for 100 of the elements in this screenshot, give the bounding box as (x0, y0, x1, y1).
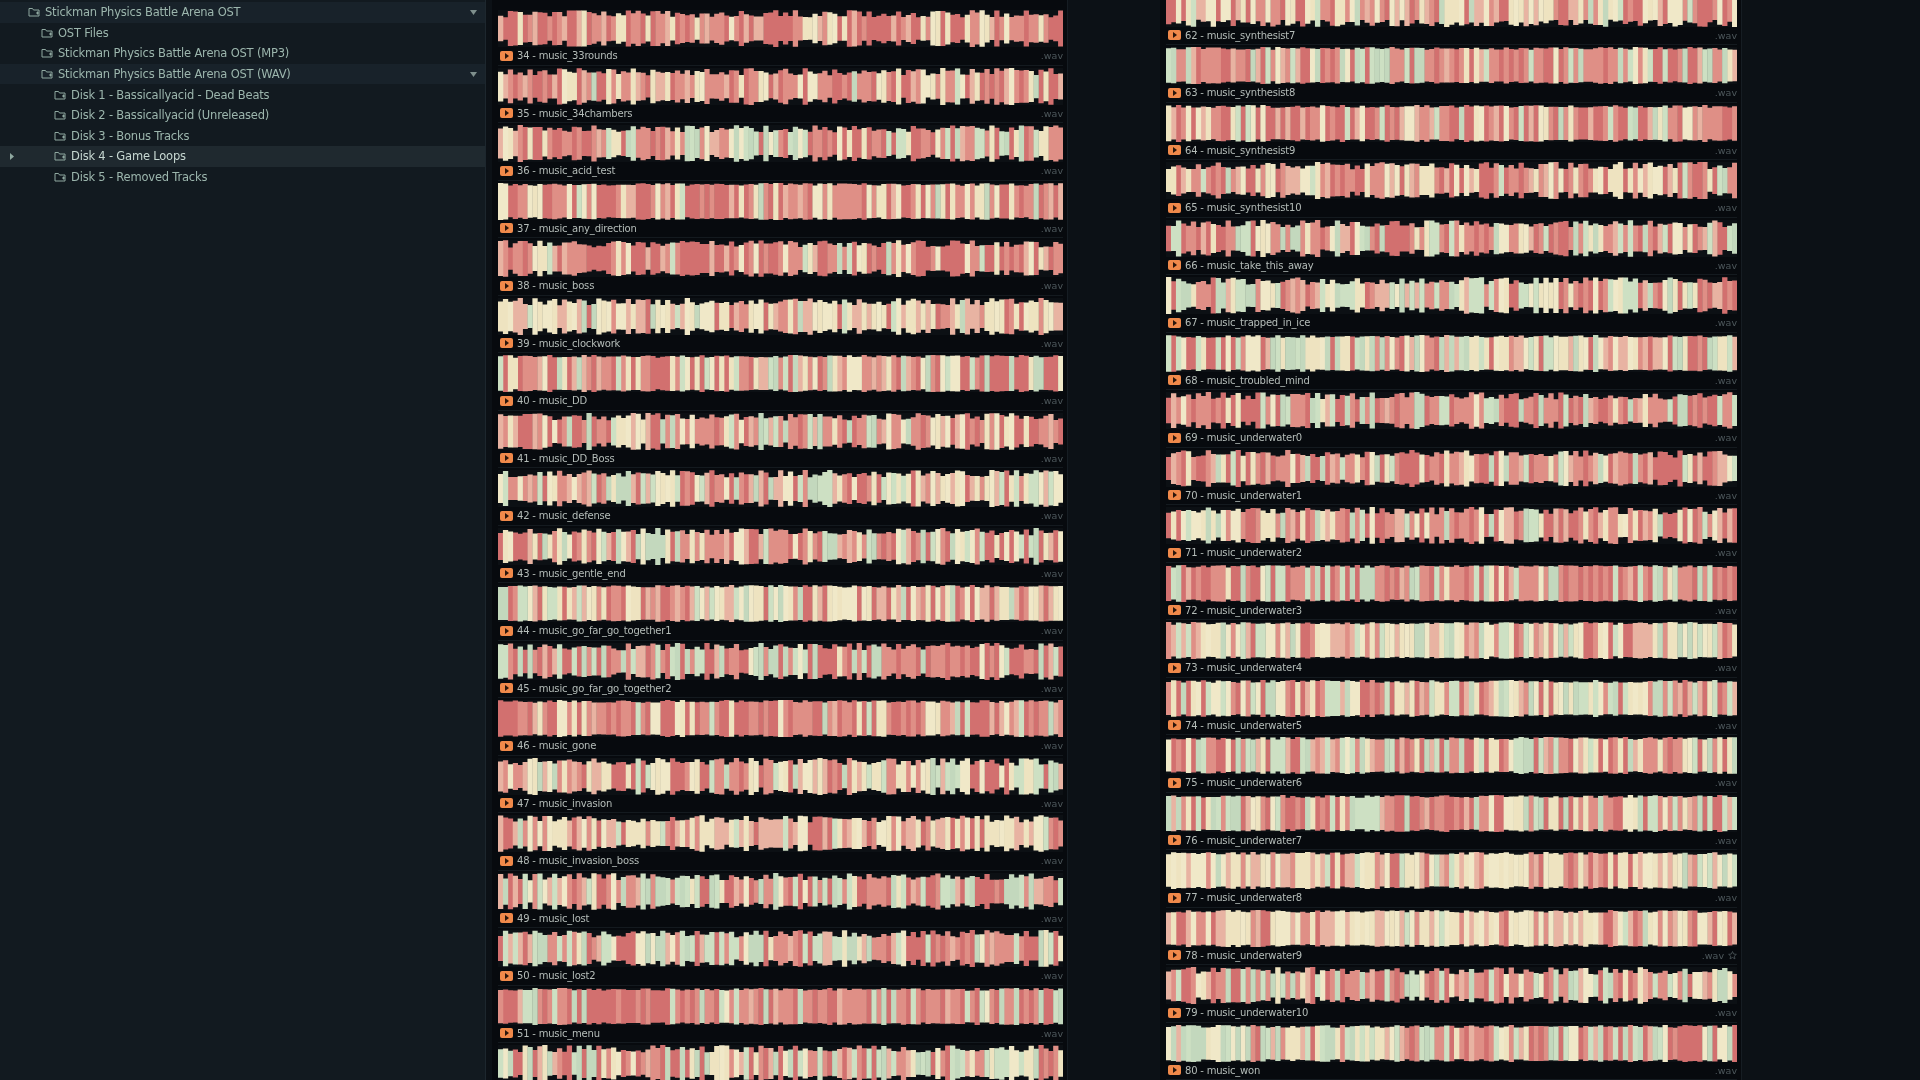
file-extension: .wav (1714, 29, 1737, 41)
play-icon (1172, 492, 1177, 498)
play-button[interactable] (500, 568, 513, 578)
play-icon (1172, 894, 1177, 901)
play-button[interactable] (500, 740, 513, 751)
play-button[interactable] (500, 453, 513, 463)
play-button[interactable] (1168, 892, 1181, 903)
play-button[interactable] (500, 913, 513, 923)
tree-item[interactable]: Disk 2 - Bassicallyacid (Unreleased) (0, 104, 485, 126)
track-name: 71 - music_underwater2 (1185, 547, 1303, 558)
play-button[interactable] (1168, 375, 1181, 385)
play-button[interactable] (500, 970, 513, 981)
track-name: 72 - music_underwater3 (1185, 604, 1303, 616)
file-extension: .wav (1040, 1027, 1063, 1039)
play-button[interactable] (500, 165, 513, 176)
track-name: 46 - music_gone (517, 740, 598, 751)
play-button[interactable] (1168, 950, 1181, 960)
tree-item[interactable]: Disk 1 - Bassicallyacid - Dead Beats (0, 84, 485, 105)
caret-icon[interactable] (470, 71, 477, 77)
play-button[interactable] (1168, 202, 1181, 213)
play-button[interactable] (1168, 317, 1181, 328)
play-button[interactable] (500, 395, 513, 406)
track-name: 37 - music_any_direction (517, 222, 638, 234)
play-button[interactable] (1168, 1065, 1181, 1075)
file-extension: .wav (1714, 144, 1737, 156)
play-icon (504, 340, 509, 346)
play-button[interactable] (1168, 720, 1181, 730)
play-button[interactable] (500, 1028, 513, 1038)
track-name: 76 - music_underwater7 (1185, 834, 1303, 846)
file-extension: .wav (1040, 452, 1063, 464)
track-name: 68 - music_troubled_mind (1185, 374, 1311, 386)
tree-item[interactable]: Disk 3 - Bonus Tracks (0, 125, 485, 147)
file-extension: .wav (1040, 165, 1063, 176)
track-name: 67 - music_trapped_in_ice (1185, 317, 1312, 328)
track-name: 40 - music_DD (517, 395, 589, 406)
play-button[interactable] (1168, 260, 1181, 270)
play-button[interactable] (500, 108, 513, 118)
play-icon (504, 742, 509, 749)
tree-item[interactable]: OST Files (0, 22, 485, 44)
play-icon (1172, 319, 1177, 326)
track-name: 51 - music_menu (517, 1027, 601, 1039)
play-button[interactable] (500, 855, 513, 866)
track-name: 45 - music_go_far_go_together2 (517, 682, 673, 694)
caret-icon[interactable] (470, 9, 477, 15)
play-icon (1172, 779, 1177, 786)
file-extension: .wav (1714, 547, 1737, 558)
play-button[interactable] (1168, 30, 1181, 40)
play-button[interactable] (1168, 87, 1181, 98)
file-extension: .wav (1714, 374, 1737, 386)
file-extension: .wav (1714, 834, 1737, 846)
track-name: 80 - music_won (1185, 1064, 1262, 1076)
play-button[interactable] (1168, 777, 1181, 788)
play-button[interactable] (1168, 662, 1181, 673)
track-name: 50 - music_lost2 (517, 970, 597, 981)
play-button[interactable] (500, 280, 513, 291)
file-extension: .wav (1040, 912, 1063, 924)
play-button[interactable] (500, 798, 513, 808)
tree-item[interactable]: Disk 4 - Game Loops (0, 146, 485, 167)
tree-item[interactable]: Stickman Physics Battle Arena OST (0, 2, 485, 23)
file-extension: .wav (1714, 1064, 1737, 1076)
play-button[interactable] (500, 683, 513, 693)
file-extension: .wav (1040, 567, 1063, 579)
file-extension: .wav (1040, 280, 1063, 291)
play-icon (1172, 377, 1177, 383)
tree-item[interactable]: Stickman Physics Battle Arena OST (MP3) (0, 43, 485, 64)
play-icon (504, 915, 509, 921)
tree-item[interactable]: Stickman Physics Battle Arena OST (WAV) (0, 63, 485, 85)
play-icon (504, 225, 509, 231)
tree-item[interactable]: Disk 5 - Removed Tracks (0, 166, 485, 188)
play-button[interactable] (500, 50, 513, 61)
track-name: 73 - music_underwater4 (1185, 662, 1303, 673)
folder-icon (41, 69, 53, 80)
track-name: 78 - music_underwater9 (1185, 949, 1303, 961)
play-button[interactable] (1168, 547, 1181, 558)
play-icon (1172, 1067, 1177, 1073)
play-button[interactable] (500, 223, 513, 233)
play-button[interactable] (1168, 145, 1181, 155)
play-button[interactable] (1168, 835, 1181, 845)
file-extension: .wav (1714, 432, 1737, 443)
play-icon (1172, 837, 1177, 843)
play-button[interactable] (1168, 432, 1181, 443)
star-icon[interactable] (1728, 950, 1737, 960)
play-button[interactable] (500, 338, 513, 348)
file-extension: .wav (1701, 949, 1724, 961)
play-button[interactable] (1168, 605, 1181, 615)
play-icon (1172, 32, 1177, 38)
play-icon (504, 282, 509, 289)
track-name: 39 - music_clockwork (517, 337, 622, 349)
play-icon (504, 627, 509, 634)
play-button[interactable] (500, 510, 513, 521)
file-extension: .wav (1040, 395, 1063, 406)
track-name: 66 - music_take_this_away (1185, 259, 1315, 271)
file-extension: .wav (1040, 740, 1063, 751)
play-icon (1172, 549, 1177, 556)
file-extension: .wav (1714, 87, 1737, 98)
play-button[interactable] (1168, 490, 1181, 500)
play-icon (504, 685, 509, 691)
play-button[interactable] (500, 625, 513, 636)
play-button[interactable] (1168, 1007, 1181, 1018)
track-name: 70 - music_underwater1 (1185, 489, 1303, 501)
